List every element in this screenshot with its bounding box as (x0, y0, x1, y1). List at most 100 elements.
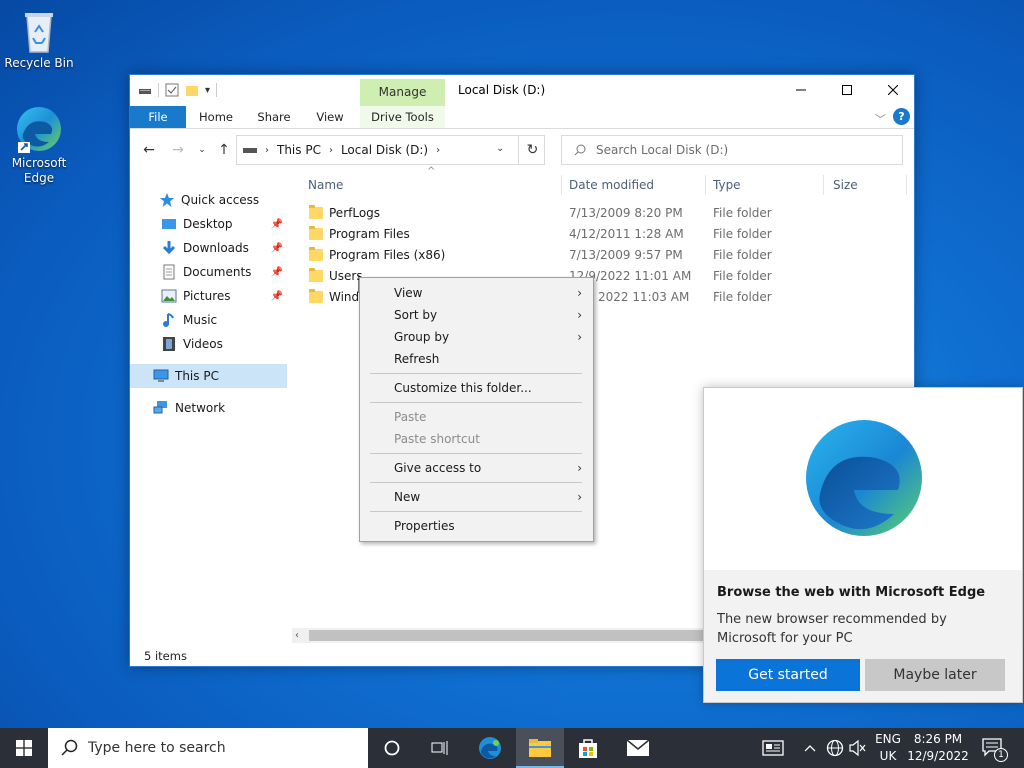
breadcrumb-this-pc[interactable]: This PC (277, 143, 321, 157)
nav-videos[interactable]: Videos (130, 332, 287, 356)
language-code: ENG (875, 732, 901, 746)
tab-drive-tools[interactable]: Drive Tools (360, 106, 445, 128)
nav-label: Music (183, 313, 218, 327)
speaker-muted-icon (849, 740, 866, 756)
chevron-right-icon: › (577, 330, 582, 344)
menu-label: New (394, 490, 421, 504)
menu-item-properties[interactable]: Properties (360, 515, 593, 537)
start-button[interactable] (0, 728, 48, 768)
menu-item-customize-folder[interactable]: Customize this folder... (360, 377, 593, 399)
new-folder-icon[interactable] (185, 83, 199, 97)
tab-view[interactable]: View (306, 106, 354, 128)
help-icon[interactable]: ? (893, 108, 910, 125)
table-row[interactable]: Program Files 4/12/2011 1:28 AM File fol… (292, 224, 914, 245)
nav-network[interactable]: Network (130, 396, 287, 420)
taskbar-search-input[interactable]: Type here to search (48, 728, 368, 768)
action-center-button[interactable]: 1 (982, 728, 1008, 768)
column-name[interactable]: Name (308, 175, 343, 195)
refresh-button[interactable]: ↻ (518, 135, 546, 165)
search-placeholder: Search Local Disk (D:) (596, 143, 729, 157)
back-arrow-icon[interactable]: ← (139, 140, 159, 160)
tab-home[interactable]: Home (190, 106, 242, 128)
menu-item-refresh[interactable]: Refresh (360, 348, 593, 370)
file-type: File folder (713, 227, 772, 241)
get-started-button[interactable]: Get started (716, 659, 860, 691)
maximize-icon (842, 85, 852, 95)
file-name: Program Files (329, 227, 410, 241)
news-widget-button[interactable] (762, 728, 784, 768)
nav-documents[interactable]: Documents 📌 (130, 260, 287, 284)
nav-desktop[interactable]: Desktop 📌 (130, 212, 287, 236)
nav-quick-access[interactable]: Quick access (130, 188, 287, 212)
tab-share[interactable]: Share (248, 106, 300, 128)
close-button[interactable] (870, 75, 914, 105)
file-date: 7/13/2009 8:20 PM (569, 206, 683, 220)
maximize-button[interactable] (824, 75, 870, 105)
column-divider (561, 175, 562, 195)
clock-date: 12/9/2022 (907, 749, 969, 763)
taskbar-mail[interactable] (614, 728, 662, 768)
nav-music[interactable]: Music (130, 308, 287, 332)
taskbar-file-explorer[interactable] (516, 728, 564, 768)
folder-icon (309, 247, 323, 261)
address-dropdown-icon[interactable]: ⌄ (496, 143, 504, 154)
chevron-right-icon: › (577, 461, 582, 475)
nav-pictures[interactable]: Pictures 📌 (130, 284, 287, 308)
taskbar-edge[interactable] (466, 728, 514, 768)
taskbar-clock[interactable]: 8:26 PM 12/9/2022 (906, 731, 970, 765)
menu-item-new[interactable]: New › (360, 486, 593, 508)
search-icon (61, 739, 78, 756)
cortana-button[interactable] (368, 728, 416, 768)
table-row[interactable]: PerfLogs 7/13/2009 8:20 PM File folder (292, 203, 914, 224)
up-arrow-icon[interactable]: ↑ (214, 140, 234, 160)
notification-count-badge: 1 (994, 748, 1008, 762)
forward-arrow-icon[interactable]: → (168, 140, 188, 160)
column-size[interactable]: Size (833, 175, 858, 195)
search-input[interactable]: Search Local Disk (D:) (561, 135, 903, 165)
window-title: Local Disk (D:) (458, 83, 546, 97)
menu-label: Give access to (394, 461, 482, 475)
taskbar-store[interactable] (564, 728, 612, 768)
edge-desktop-icon[interactable]: Microsoft Edge (1, 104, 77, 186)
tab-file[interactable]: File (130, 106, 186, 128)
maybe-later-button[interactable]: Maybe later (865, 659, 1005, 691)
file-date: 4/12/2011 1:28 AM (569, 227, 684, 241)
column-divider (823, 175, 824, 195)
sort-ascending-icon: ^ (427, 166, 436, 177)
menu-label: Sort by (394, 308, 438, 322)
news-icon (762, 740, 784, 756)
recent-locations-icon[interactable]: ⌄ (192, 140, 212, 160)
task-view-button[interactable] (416, 728, 464, 768)
volume-button[interactable] (849, 728, 867, 768)
column-date-modified[interactable]: Date modified (569, 175, 654, 195)
minimize-button[interactable] (778, 75, 824, 105)
pin-icon: 📌 (270, 290, 283, 302)
menu-label: Refresh (394, 352, 440, 366)
scroll-left-icon[interactable]: ‹ (295, 628, 299, 643)
navigation-pane: Quick access Desktop 📌 Downloads 📌 Docum… (130, 175, 287, 635)
menu-item-give-access[interactable]: Give access to › (360, 457, 593, 479)
menu-item-group-by[interactable]: Group by › (360, 326, 593, 348)
nav-this-pc[interactable]: This PC (130, 364, 287, 388)
show-hidden-icons-button[interactable] (804, 728, 816, 768)
chevron-right-icon: › (577, 490, 582, 504)
input-language-indicator[interactable]: ENG UK (872, 731, 904, 765)
properties-check-icon[interactable] (165, 83, 179, 97)
menu-label: Group by (394, 330, 450, 344)
nav-label: This PC (175, 369, 219, 383)
column-type[interactable]: Type (713, 175, 741, 195)
pin-icon: 📌 (270, 242, 283, 254)
menu-separator (370, 373, 582, 374)
network-status-button[interactable] (826, 728, 844, 768)
qat-dropdown-icon[interactable]: ▾ (205, 85, 210, 96)
expand-ribbon-icon[interactable]: ﹀ (875, 111, 886, 127)
nav-downloads[interactable]: Downloads 📌 (130, 236, 287, 260)
menu-item-sort-by[interactable]: Sort by › (360, 304, 593, 326)
breadcrumb-local-disk[interactable]: Local Disk (D:) (341, 143, 428, 157)
table-row[interactable]: Program Files (x86) 7/13/2009 9:57 PM Fi… (292, 245, 914, 266)
recycle-bin-icon (25, 13, 53, 53)
edge-logo-icon (806, 420, 922, 536)
recycle-bin-desktop-icon[interactable]: Recycle Bin (1, 8, 77, 71)
search-icon (574, 144, 586, 156)
menu-item-view[interactable]: View › (360, 282, 593, 304)
